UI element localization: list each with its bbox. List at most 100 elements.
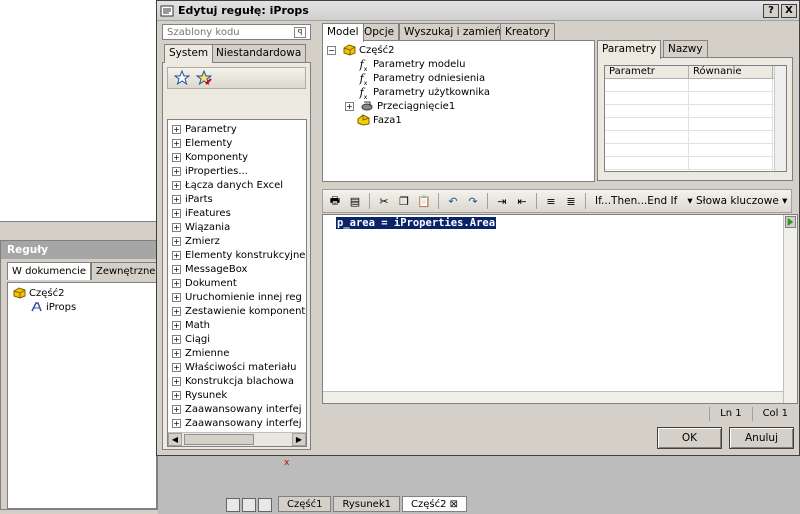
snippet-item[interactable]: + Zaawansowany interfej <box>168 416 306 430</box>
code-editor[interactable]: p_area = iProperties.Area <box>322 214 798 404</box>
snippet-item[interactable]: + Wiązania <box>168 220 306 234</box>
expand-icon[interactable]: + <box>172 138 181 148</box>
snippets-hscrollbar[interactable]: ◀ ▶ <box>168 432 306 446</box>
tab-niestandardowa[interactable]: Niestandardowa <box>211 44 307 62</box>
expand-icon[interactable]: + <box>172 278 181 288</box>
grid-vscrollbar[interactable] <box>774 66 786 171</box>
expand-icon[interactable]: + <box>172 390 181 400</box>
expand-icon[interactable]: + <box>345 101 354 111</box>
model-tree-item[interactable]: fx Parametry użytkownika <box>357 85 490 101</box>
snippet-item[interactable]: + Uruchomienie innej reg <box>168 290 306 304</box>
snippet-item[interactable]: + Właściwości materiału <box>168 360 306 374</box>
expand-icon[interactable]: + <box>172 320 181 330</box>
grid-row[interactable] <box>605 157 786 170</box>
menu-arrow-icon[interactable] <box>258 498 272 512</box>
expand-icon[interactable]: + <box>172 404 181 414</box>
expand-icon[interactable]: + <box>172 348 181 358</box>
snippet-item[interactable]: + iProperties... <box>168 164 306 178</box>
expand-icon[interactable]: + <box>172 194 181 204</box>
snippet-item[interactable]: + Zestawienie komponent <box>168 304 306 318</box>
comment-icon[interactable]: ≡ <box>543 193 559 209</box>
pin-icon[interactable]: ꟼ <box>294 26 306 38</box>
column-parametr[interactable]: Parametr <box>605 66 689 78</box>
scroll-thumb[interactable] <box>184 434 254 445</box>
model-tree-item[interactable]: fx Parametry odniesienia <box>357 71 485 87</box>
close-icon[interactable]: ⊠ <box>450 499 458 510</box>
code-line[interactable]: p_area = iProperties.Area <box>336 217 497 229</box>
snippet-item[interactable]: + Zmierz <box>168 234 306 248</box>
grid-row[interactable] <box>605 79 786 92</box>
scroll-right-icon[interactable]: ▶ <box>292 433 306 446</box>
expand-icon[interactable]: + <box>172 152 181 162</box>
collapse-icon[interactable]: − <box>327 45 336 55</box>
grid-row[interactable] <box>605 131 786 144</box>
tab-nazwy[interactable]: Nazwy <box>663 40 708 58</box>
copy-icon[interactable]: ❐ <box>396 193 412 209</box>
expand-icon[interactable]: + <box>172 236 181 246</box>
snippet-item[interactable]: + MessageBox <box>168 262 306 276</box>
snippet-item[interactable]: + iParts <box>168 192 306 206</box>
snippet-item[interactable]: + Math <box>168 318 306 332</box>
cancel-button[interactable]: Anuluj <box>729 427 794 449</box>
grid-row[interactable] <box>605 118 786 131</box>
indent-icon[interactable]: ⇥ <box>494 193 510 209</box>
redo-icon[interactable]: ↷ <box>465 193 481 209</box>
snippet-item[interactable]: + Łącza danych Excel <box>168 178 306 192</box>
expand-icon[interactable]: + <box>172 208 181 218</box>
doc-tab-czesc1[interactable]: Część1 <box>278 496 332 512</box>
parameter-grid[interactable]: Parametr Równanie <box>604 65 787 172</box>
grid-row[interactable] <box>605 144 786 157</box>
scroll-left-icon[interactable]: ◀ <box>168 433 182 446</box>
tab-model-2[interactable]: Wyszukaj i zamień <box>399 23 507 41</box>
model-tree-item[interactable]: + Przeciągnięcie1 <box>345 99 455 113</box>
expand-icon[interactable]: + <box>172 222 181 232</box>
tab-system[interactable]: System <box>164 44 214 63</box>
help-button[interactable]: ? <box>763 3 779 18</box>
outdent-icon[interactable]: ⇤ <box>514 193 530 209</box>
model-tree-item[interactable]: fx Parametry modelu <box>357 57 466 73</box>
snippet-item[interactable]: + Ciągi <box>168 332 306 346</box>
doc-tab-rysunek1[interactable]: Rysunek1 <box>333 496 400 512</box>
cut-icon[interactable]: ✂ <box>376 193 392 209</box>
keywords-dropdown[interactable]: ▾ Słowa kluczowe ▾ <box>684 195 790 207</box>
tile-icon[interactable] <box>226 498 240 512</box>
add-snippet-icon[interactable] <box>174 70 190 86</box>
tab-parametry[interactable]: Parametry <box>597 40 662 59</box>
expand-icon[interactable]: + <box>172 124 181 134</box>
run-arrow-icon[interactable] <box>785 216 796 228</box>
print-icon[interactable]: 🖶 <box>327 193 343 209</box>
tree-item-part[interactable]: Część2 <box>13 286 64 300</box>
expand-icon[interactable]: + <box>172 250 181 260</box>
snippet-item[interactable]: + Komponenty <box>168 150 306 164</box>
page-icon[interactable]: ▤ <box>347 193 363 209</box>
expand-icon[interactable]: + <box>172 180 181 190</box>
tab-model-1[interactable]: Opcje <box>359 23 400 41</box>
editor-vscrollbar[interactable] <box>783 215 797 403</box>
ok-button[interactable]: OK <box>657 427 722 449</box>
grid-row[interactable] <box>605 105 786 118</box>
undo-icon[interactable]: ↶ <box>445 193 461 209</box>
doc-tab-czesc2[interactable]: Część2 ⊠ <box>401 496 468 512</box>
snippet-item[interactable]: + Elementy <box>168 136 306 150</box>
snippet-item[interactable]: + Rysunek <box>168 388 306 402</box>
tab-zewnetrzne[interactable]: Zewnętrzne <box>91 262 157 280</box>
snippet-item[interactable]: + Parametry <box>168 122 306 136</box>
expand-icon[interactable]: + <box>172 292 181 302</box>
if-then-button[interactable]: If...Then...End If <box>592 195 680 207</box>
tab-w-dokumencie[interactable]: W dokumencie <box>7 262 92 280</box>
snippet-item[interactable]: + iFeatures <box>168 206 306 220</box>
tab-model-0[interactable]: Model <box>322 23 364 42</box>
snippet-item[interactable]: + Zmienne <box>168 346 306 360</box>
snippet-item[interactable]: + Konstrukcja blachowa <box>168 374 306 388</box>
paste-icon[interactable]: 📋 <box>416 193 432 209</box>
expand-icon[interactable]: + <box>172 166 181 176</box>
editor-hscrollbar[interactable] <box>323 391 783 403</box>
expand-icon[interactable]: + <box>172 306 181 316</box>
close-button[interactable]: X <box>781 3 797 18</box>
expand-icon[interactable]: + <box>172 362 181 372</box>
grid-view-icon[interactable] <box>242 498 256 512</box>
snippet-item[interactable]: + Zaawansowany interfej <box>168 402 306 416</box>
expand-icon[interactable]: + <box>172 334 181 344</box>
expand-icon[interactable]: + <box>172 264 181 274</box>
column-rownanie[interactable]: Równanie <box>689 66 773 78</box>
